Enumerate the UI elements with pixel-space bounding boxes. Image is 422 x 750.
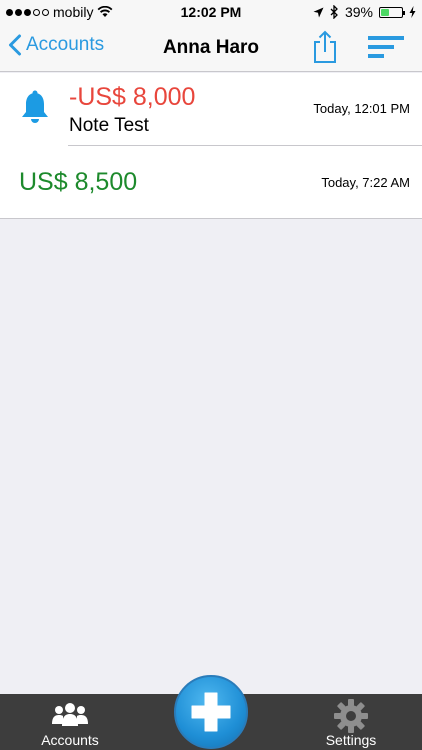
entry-amount: US$ 8,500 (19, 168, 138, 196)
transaction-list: -US$ 8,000 Note Test Today, 12:01 PM US$… (0, 73, 422, 219)
status-right: 39% (313, 4, 416, 20)
entry-time: Today, 12:01 PM (313, 101, 410, 116)
navigation-bar: Accounts Anna Haro (0, 24, 422, 72)
sort-button[interactable] (368, 34, 404, 60)
bluetooth-icon (330, 5, 338, 19)
tab-accounts-label: Accounts (41, 732, 99, 748)
share-button[interactable] (310, 30, 340, 64)
chevron-left-icon (9, 34, 21, 56)
entry-note: Note Test (69, 115, 149, 136)
battery-percent: 39% (344, 4, 373, 20)
battery-level (381, 8, 389, 16)
bell-icon (22, 90, 48, 123)
entry-amount: -US$ 8,000 (69, 83, 196, 111)
list-item[interactable]: US$ 8,500 Today, 7:22 AM (0, 146, 422, 218)
location-arrow-icon (313, 7, 324, 17)
plus-icon (191, 692, 231, 732)
tab-settings-label: Settings (325, 732, 377, 748)
gear-icon (334, 699, 368, 733)
list-item[interactable]: -US$ 8,000 Note Test Today, 12:01 PM (0, 73, 422, 146)
tab-accounts[interactable]: Accounts (15, 694, 125, 750)
back-button[interactable]: Accounts (8, 34, 104, 56)
back-button-label: Accounts (26, 34, 105, 55)
people-group-icon (52, 703, 88, 726)
entry-time: Today, 7:22 AM (321, 175, 410, 190)
battery-icon (379, 6, 405, 18)
charging-bolt-icon (409, 6, 416, 18)
tab-settings[interactable]: Settings (296, 694, 406, 750)
status-bar: mobily 12:02 PM 39% (0, 0, 422, 24)
sort-lines-icon (368, 36, 404, 58)
add-entry-button[interactable] (174, 675, 248, 749)
share-icon (314, 30, 336, 63)
